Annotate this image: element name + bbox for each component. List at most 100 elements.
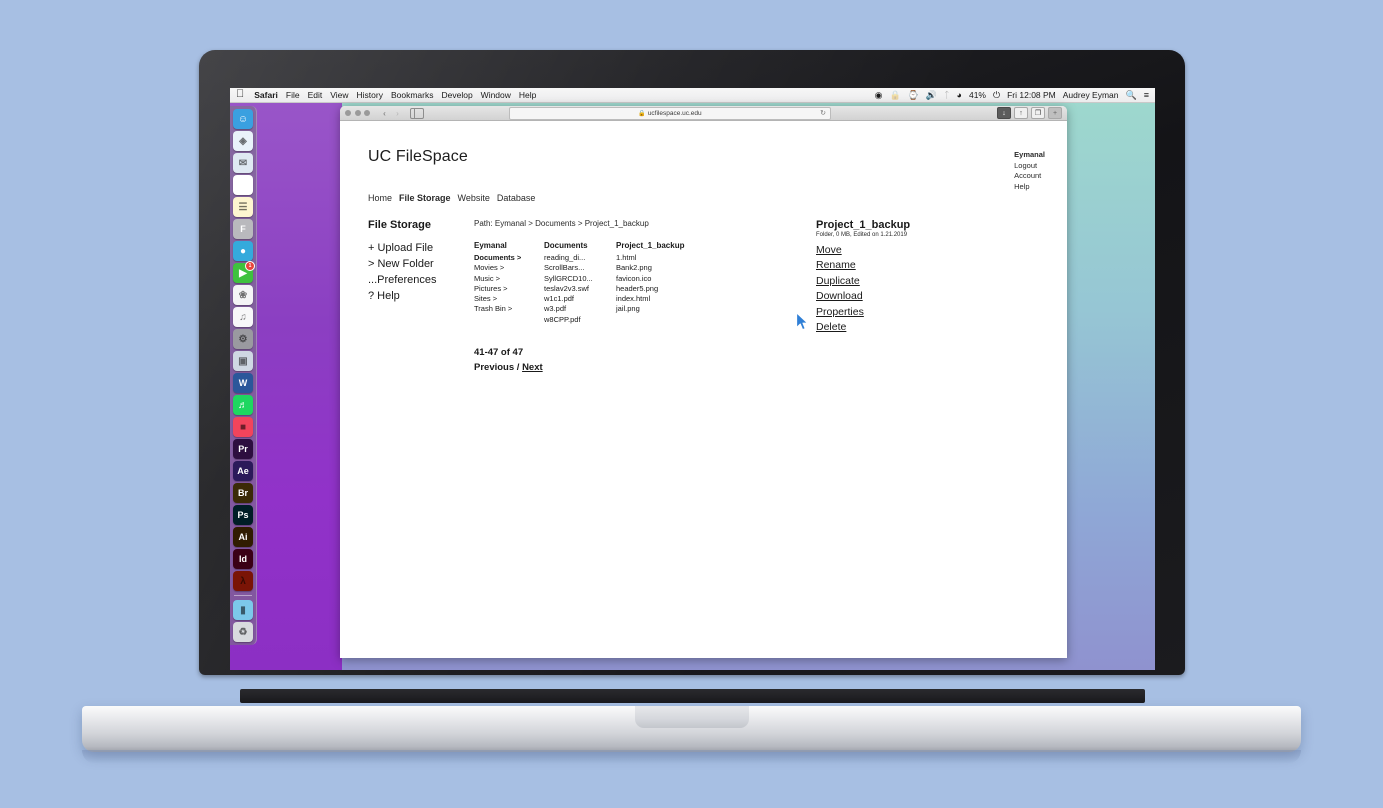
menu-item-file[interactable]: File [286, 90, 300, 100]
file-list-item[interactable]: w1c1.pdf [544, 294, 616, 304]
share-icon[interactable]: ↑ [1014, 107, 1028, 119]
file-list-item[interactable]: teslav2v3.swf [544, 284, 616, 294]
dock-item-system-preferences[interactable]: ⚙ [233, 329, 253, 349]
dock-item-acrobat[interactable]: λ [233, 571, 253, 591]
user-menu-logout[interactable]: Logout [1014, 161, 1045, 172]
download-icon[interactable]: ↓ [997, 107, 1011, 119]
details-action-properties[interactable]: Properties [816, 305, 996, 320]
file-list-item[interactable]: jail.png [616, 304, 726, 314]
time-machine-icon[interactable]: ⌚ [908, 90, 919, 100]
search-icon[interactable]: 🔍 [1126, 90, 1137, 100]
file-list-item[interactable]: w8CPP.pdf [544, 315, 616, 325]
menu-item-view[interactable]: View [330, 90, 348, 100]
forward-button[interactable]: › [392, 108, 403, 118]
file-list-item[interactable]: Sites > [474, 294, 544, 304]
battery-charging-icon[interactable]: ⏻ [993, 90, 1000, 100]
new-tab-button[interactable]: + [1048, 107, 1062, 119]
dock-item-photoshop[interactable]: Ps [233, 505, 253, 525]
sidebar-action-upload-file[interactable]: + Upload File [368, 240, 468, 256]
pagination-previous[interactable]: Previous [474, 362, 514, 373]
file-list-item[interactable]: header5.png [616, 284, 726, 294]
sidebar-toggle-icon[interactable] [410, 107, 424, 119]
menu-item-help[interactable]: Help [519, 90, 536, 100]
nav-item-file-storage[interactable]: File Storage [399, 193, 451, 203]
dock-item-downloads[interactable]: ▮ [233, 600, 253, 620]
notification-center-icon[interactable]: ≡ [1144, 90, 1149, 100]
file-list: reading_di... ScrollBars... SyllGRCD10... t… [544, 253, 616, 325]
dock-item-word[interactable]: W [233, 373, 253, 393]
dock-item-messages[interactable]: ● [233, 241, 253, 261]
menu-item-develop[interactable]: Develop [441, 90, 472, 100]
dock-item-calendar[interactable]: 15 [233, 175, 253, 195]
file-list-item[interactable]: Trash Bin > [474, 304, 544, 314]
details-action-move[interactable]: Move [816, 243, 996, 258]
dock-item-premiere[interactable]: Pr [233, 439, 253, 459]
menu-item-safari[interactable]: Safari [254, 90, 278, 100]
sidebar-action-preferences[interactable]: ...Preferences [368, 272, 468, 288]
file-list-item[interactable]: Pictures > [474, 284, 544, 294]
nav-item-website[interactable]: Website [458, 193, 490, 203]
user-menu-account[interactable]: Account [1014, 171, 1045, 182]
pagination-next[interactable]: Next [522, 362, 543, 373]
menu-item-history[interactable]: History [357, 90, 383, 100]
dock-item-preview[interactable]: ▣ [233, 351, 253, 371]
menu-bar-username[interactable]: Audrey Eyman [1063, 90, 1119, 100]
dock-item-font-book[interactable]: F [233, 219, 253, 239]
file-list-item[interactable]: SyllGRCD10... [544, 274, 616, 284]
dock-item-safari[interactable]: ◈ [233, 131, 253, 151]
mac-menu-bar[interactable]:  Safari File Edit View History Bookmark… [230, 88, 1155, 103]
control-center-icon[interactable]: ◉ [875, 90, 883, 100]
sidebar-action-new-folder[interactable]: > New Folder [368, 256, 468, 272]
back-button[interactable]: ‹ [379, 108, 390, 118]
sidebar-action-help[interactable]: ? Help [368, 288, 468, 304]
minimize-window-button[interactable] [354, 110, 361, 116]
address-bar[interactable]: 🔒 ucfilespace.uc.edu ↻ [509, 106, 831, 120]
file-list-item[interactable]: index.html [616, 294, 726, 304]
dock-item-after-effects[interactable]: Ae [233, 461, 253, 481]
dock-item-notes[interactable]: ☰ [233, 197, 253, 217]
menu-item-window[interactable]: Window [481, 90, 511, 100]
menu-bar-left:  Safari File Edit View History Bookmark… [236, 88, 536, 101]
bluetooth-icon[interactable]: ᛏ [944, 90, 949, 100]
file-list-item[interactable]: w3.pdf [544, 304, 616, 314]
dock-item-app-red[interactable]: ■ [233, 417, 253, 437]
menu-bar-clock[interactable]: Fri 12:08 PM [1007, 90, 1056, 100]
details-action-delete[interactable]: Delete [816, 320, 996, 335]
dock-item-spotify[interactable]: ♬ [233, 395, 253, 415]
file-list-item[interactable]: Music > [474, 274, 544, 284]
file-list-item[interactable]: 1.html [616, 253, 726, 263]
reload-icon[interactable]: ↻ [820, 109, 826, 117]
volume-icon[interactable]: 🔊 [926, 90, 937, 100]
dock-item-mail[interactable]: ✉ [233, 153, 253, 173]
nav-item-home[interactable]: Home [368, 193, 392, 203]
dock-item-illustrator[interactable]: Ai [233, 527, 253, 547]
menu-item-edit[interactable]: Edit [308, 90, 323, 100]
wifi-icon[interactable]: ◕ [957, 90, 962, 100]
details-action-download[interactable]: Download [816, 289, 996, 304]
dock-item-indesign[interactable]: Id [233, 549, 253, 569]
file-list-item[interactable]: favicon.ico [616, 274, 726, 284]
details-action-duplicate[interactable]: Duplicate [816, 274, 996, 289]
nav-item-database[interactable]: Database [497, 193, 536, 203]
laptop-mockup:  Safari File Edit View History Bookmark… [0, 0, 1383, 808]
dock-item-photos[interactable]: ❀ [233, 285, 253, 305]
user-menu-help[interactable]: Help [1014, 182, 1045, 193]
file-list-item[interactable]: ScrollBars... [544, 263, 616, 273]
lock-icon[interactable]: 🔒 [889, 90, 900, 100]
dock-item-trash[interactable]: ♻ [233, 622, 253, 642]
apple-icon[interactable]:  [236, 88, 244, 100]
dock-item-facetime[interactable]: ▶ 1 [233, 261, 255, 283]
close-window-button[interactable] [345, 110, 351, 116]
window-traffic-lights[interactable] [345, 110, 370, 116]
details-action-rename[interactable]: Rename [816, 258, 996, 273]
file-list-item[interactable]: Bank2.png [616, 263, 726, 273]
maximize-window-button[interactable] [364, 110, 370, 116]
file-list-item[interactable]: reading_di... [544, 253, 616, 263]
dock-item-finder[interactable]: ☺ [233, 109, 253, 129]
tab-overview-icon[interactable]: ❐ [1031, 107, 1045, 119]
dock-item-itunes[interactable]: ♫ [233, 307, 253, 327]
menu-item-bookmarks[interactable]: Bookmarks [391, 90, 434, 100]
file-list-item[interactable]: Documents > [474, 253, 544, 263]
dock-item-bridge[interactable]: Br [233, 483, 253, 503]
file-list-item[interactable]: Movies > [474, 263, 544, 273]
